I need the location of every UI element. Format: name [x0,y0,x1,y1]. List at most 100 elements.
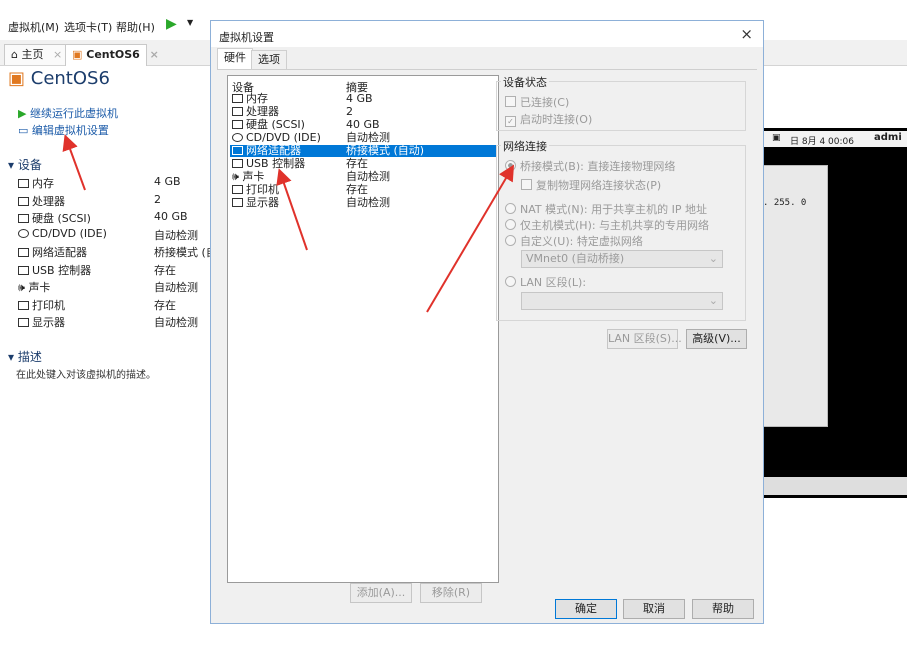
guest-clock: 日 8月 4 00:06 [790,137,854,147]
vm-settings-dialog: 虚拟机设置 × 硬件 选项 设备 摘要 内存 4 GB 处理器 2 硬盘 (SCSI… [210,20,764,624]
device-status-group: 设备状态 已连接(C) ✓ 启动时连接(O) [496,74,746,131]
lan-segments-button[interactable]: LAN 区段(S)... [607,329,682,349]
device-row-network-adapter[interactable]: 网络适配器 桥接模式 (自 [18,244,218,260]
device-name: USB 控制器 [32,264,92,277]
host-only-radio[interactable]: 仅主机模式(H): 与主机共享的专用网络 [505,217,709,233]
replicate-state-label: 复制物理网络连接状态(P) [536,179,662,192]
edit-vm-settings-link[interactable]: ▭ 编辑虚拟机设置 [18,122,109,138]
device-name: 处理器 [32,195,65,208]
connect-at-power-on-checkbox[interactable]: ✓ 启动时连接(O) [505,111,592,127]
list-item-cd-dvd[interactable]: CD/DVD (IDE) 自动检测 [230,132,496,144]
resume-vm-label: 继续运行此虚拟机 [29,107,118,120]
device-row-cd-dvd[interactable]: CD/DVD (IDE) 自动检测 [18,227,218,243]
bridged-radio[interactable]: 桥接模式(B): 直接连接物理网络 [505,158,675,174]
lan-segment-radio[interactable]: LAN 区段(L): [505,274,586,290]
nat-radio[interactable]: NAT 模式(N): 用于共享主机的 IP 地址 [505,201,707,217]
ok-button[interactable]: 确定 [555,599,617,619]
nat-label: NAT 模式(N): 用于共享主机的 IP 地址 [520,203,707,216]
page-title: ▣ CentOS6 [8,68,110,89]
replicate-state-checkbox[interactable]: 复制物理网络连接状态(P) [521,177,661,193]
radio-icon [505,219,516,230]
custom-radio[interactable]: 自定义(U): 特定虚拟网络 [505,233,643,249]
hard-disk-icon [232,120,243,129]
close-icon[interactable]: × [53,48,62,61]
cd-icon [232,133,243,142]
host-only-label: 仅主机模式(H): 与主机共享的专用网络 [520,219,710,232]
close-icon[interactable]: × [150,48,159,61]
lan-segment-select[interactable]: ⌄ [521,292,723,310]
memory-icon [18,179,29,188]
custom-network-select[interactable]: VMnet0 (自动桥接) ⌄ [521,250,723,268]
device-row-processor[interactable]: 处理器 2 [18,193,218,209]
list-item-name: 硬盘 (SCSI) [246,118,305,131]
display-icon [18,318,29,327]
chevron-down-icon[interactable]: ▼ [187,18,193,27]
device-row-usb[interactable]: USB 控制器 存在 [18,262,218,278]
guest-terminal[interactable]: . 255. 0 [762,165,828,427]
menu-help[interactable]: 帮助(H) [116,19,155,35]
menu-vm[interactable]: 虚拟机(M) [8,19,59,35]
cancel-button[interactable]: 取消 [623,599,685,619]
usb-icon [232,159,243,168]
tab-home[interactable]: ⌂ 主页 × [4,44,68,65]
list-item-name: CD/DVD (IDE) [246,131,321,144]
checkbox-icon [505,96,516,107]
printer-icon [232,185,243,194]
list-item-printer[interactable]: 打印机 存在 [230,184,496,196]
list-item-network-adapter[interactable]: 网络适配器 桥接模式 (自动) [230,145,496,157]
display-icon [232,198,243,207]
tab-centos6[interactable]: ▣ CentOS6 × [65,44,159,66]
list-item-usb[interactable]: USB 控制器 存在 [230,158,496,170]
advanced-button[interactable]: 高级(V)... [686,329,747,349]
list-item-processor[interactable]: 处理器 2 [230,106,496,118]
radio-icon [505,203,516,214]
chevron-down-icon: ⌄ [708,294,718,307]
list-item-display[interactable]: 显示器 自动检测 [230,197,496,209]
device-summary: 桥接模式 (自 [154,246,217,259]
description-field[interactable]: 在此处键入对该虚拟机的描述。 [16,366,156,381]
list-item-summary: 2 [346,105,353,118]
device-summary: 2 [154,193,161,206]
device-row-sound[interactable]: 🕪 声卡 自动检测 [18,279,218,295]
resume-vm-link[interactable]: ▶ 继续运行此虚拟机 [18,105,118,121]
device-summary: 存在 [154,264,176,277]
menu-tabs[interactable]: 选项卡(T) [64,19,112,35]
connected-checkbox[interactable]: 已连接(C) [505,94,569,110]
device-row-memory[interactable]: 内存 4 GB [18,175,218,191]
play-icon[interactable]: ▶ [166,16,177,32]
devices-header[interactable]: ▾ 设备 [8,156,42,173]
memory-icon [232,94,243,103]
help-button[interactable]: 帮助 [692,599,754,619]
list-item-sound[interactable]: 🕪 声卡 自动检测 [230,171,496,183]
device-summary: 4 GB [154,175,181,188]
connect-at-power-on-label: 启动时连接(O) [520,113,593,126]
lan-segment-label: LAN 区段(L): [520,276,587,289]
list-item-hard-disk[interactable]: 硬盘 (SCSI) 40 GB [230,119,496,131]
remove-device-button[interactable]: 移除(R) [420,583,482,603]
add-device-button[interactable]: 添加(A)... [350,583,412,603]
bridged-label: 桥接模式(B): 直接连接物理网络 [520,160,676,173]
device-list[interactable]: 设备 摘要 内存 4 GB 处理器 2 硬盘 (SCSI) 40 GB CD/DVD … [227,75,499,583]
home-icon: ⌂ [11,48,18,61]
tab-home-label: 主页 [21,48,44,61]
tab-divider [217,69,757,70]
tab-options[interactable]: 选项 [251,50,287,69]
device-row-hard-disk[interactable]: 硬盘 (SCSI) 40 GB [18,210,218,226]
radio-icon [505,276,516,287]
list-item-memory[interactable]: 内存 4 GB [230,93,496,105]
network-icon [232,146,243,155]
vm-name: CentOS6 [30,68,110,89]
speaker-icon: 🕪 [232,170,243,183]
device-row-printer[interactable]: 打印机 存在 [18,297,218,313]
device-row-display[interactable]: 显示器 自动检测 [18,314,218,330]
device-name: 内存 [32,177,54,190]
device-summary: 存在 [154,299,176,312]
list-item-summary: 自动检测 [346,196,390,209]
chevron-down-icon: ⌄ [708,252,718,265]
close-icon[interactable]: × [740,25,753,43]
tab-hardware[interactable]: 硬件 [217,48,253,70]
radio-selected-icon [505,160,516,171]
description-header[interactable]: ▾ 描述 [8,348,42,365]
vm-icon: ▣ [72,48,83,61]
play-icon: ▶ [18,107,27,120]
